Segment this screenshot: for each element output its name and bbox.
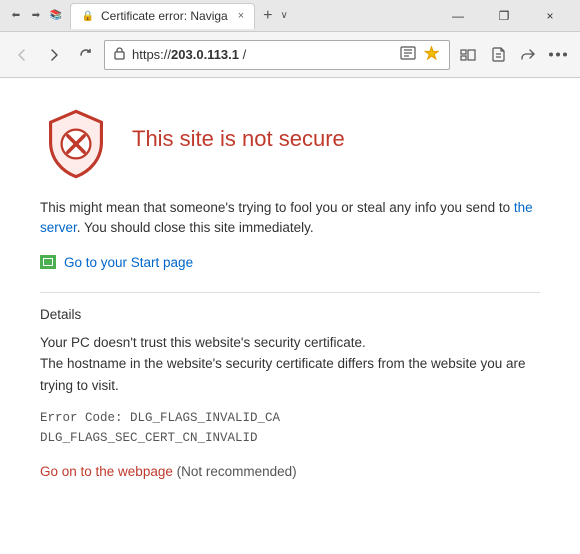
- tab-favicon-icon: 🔒: [81, 9, 95, 23]
- details-line1: Your PC doesn't trust this website's sec…: [40, 335, 366, 350]
- lock-icon: [113, 46, 126, 63]
- new-tab-btn[interactable]: +: [259, 7, 276, 25]
- page-content: This site is not secure This might mean …: [0, 78, 580, 554]
- details-label: Details: [40, 307, 540, 322]
- home-icon-inner: [43, 258, 53, 266]
- share-icon[interactable]: [514, 41, 542, 69]
- shield-icon: [40, 108, 112, 180]
- window-controls: — ❐ ×: [436, 0, 572, 32]
- forward-page-btn[interactable]: ➡: [28, 8, 44, 24]
- hub-icon[interactable]: [454, 41, 482, 69]
- error-code: Error Code: DLG_FLAGS_INVALID_CA DLG_FLA…: [40, 408, 540, 448]
- error-body: This might mean that someone's trying to…: [40, 198, 540, 239]
- tab-close-btn[interactable]: ×: [238, 10, 244, 22]
- title-bar: ⬅ ➡ 📚 🔒 Certificate error: Naviga × + ∨ …: [0, 0, 580, 32]
- active-tab[interactable]: 🔒 Certificate error: Naviga ×: [70, 3, 255, 29]
- start-page-icon: [40, 255, 56, 269]
- minimize-btn[interactable]: —: [436, 0, 480, 32]
- back-page-btn[interactable]: ⬅: [8, 8, 24, 24]
- restore-btn[interactable]: ❐: [482, 0, 526, 32]
- details-section: Details Your PC doesn't trust this websi…: [40, 292, 540, 480]
- go-on-link: Go on to the webpage (Not recommended): [40, 464, 540, 479]
- notes-icon[interactable]: [484, 41, 512, 69]
- start-page-text[interactable]: Go to your Start page: [64, 255, 193, 270]
- reader-mode-icon[interactable]: [398, 44, 418, 65]
- start-page-link[interactable]: Go to your Start page: [40, 255, 540, 270]
- details-line2: The hostname in the website's security c…: [40, 356, 526, 393]
- address-text: https://203.0.113.1 /: [132, 47, 392, 62]
- toolbar-icons: [454, 41, 572, 69]
- title-bar-controls: ⬅ ➡ 📚: [8, 8, 64, 24]
- tabs-area: 🔒 Certificate error: Naviga × + ∨: [70, 3, 430, 29]
- server-link[interactable]: the server: [40, 200, 533, 235]
- favorites-star-icon[interactable]: [422, 44, 441, 65]
- error-title: This site is not secure: [132, 108, 345, 152]
- details-body: Your PC doesn't trust this website's sec…: [40, 332, 540, 397]
- back-btn[interactable]: [8, 41, 36, 69]
- tab-dropdown-btn[interactable]: ∨: [277, 10, 292, 21]
- bookmarks-btn[interactable]: 📚: [48, 8, 64, 24]
- more-icon[interactable]: [544, 41, 572, 69]
- not-recommended-text: (Not recommended): [177, 464, 297, 479]
- refresh-btn[interactable]: [72, 41, 100, 69]
- tab-title: Certificate error: Naviga: [101, 9, 228, 23]
- go-on-webpage-link[interactable]: Go on to the webpage: [40, 464, 173, 479]
- error-code-line1: Error Code: DLG_FLAGS_INVALID_CA: [40, 411, 280, 425]
- address-icons: [398, 44, 441, 65]
- address-input[interactable]: https://203.0.113.1 /: [104, 40, 450, 70]
- error-code-line2: DLG_FLAGS_SEC_CERT_CN_INVALID: [40, 431, 258, 445]
- error-header: This site is not secure: [40, 108, 540, 180]
- address-bar: https://203.0.113.1 /: [0, 32, 580, 78]
- forward-btn[interactable]: [40, 41, 68, 69]
- close-btn[interactable]: ×: [528, 0, 572, 32]
